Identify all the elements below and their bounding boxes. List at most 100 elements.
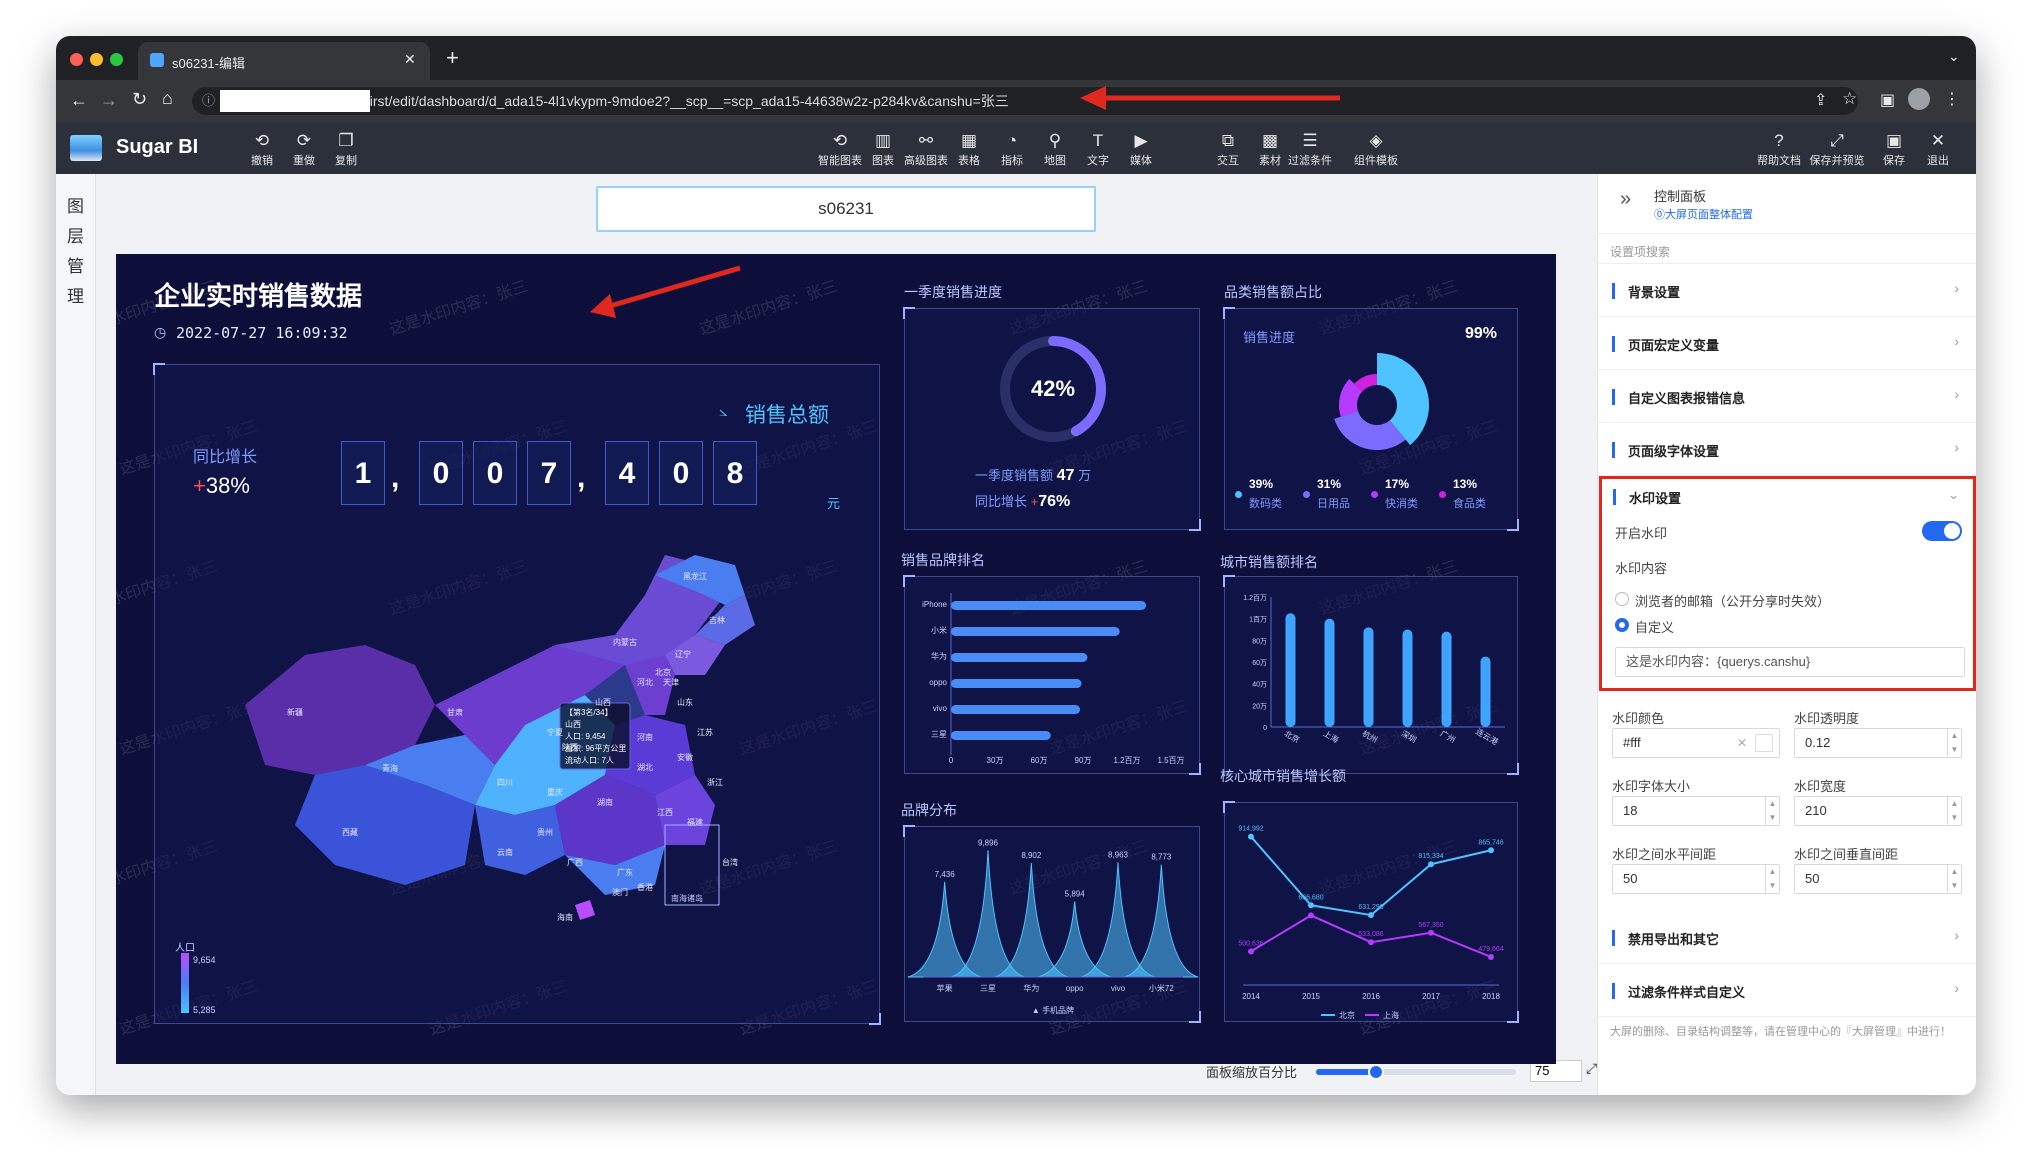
clear-color-icon[interactable]: ✕ bbox=[1737, 729, 1747, 757]
dashboard-canvas[interactable]: 这是水印内容：张三这是水印内容：张三这是水印内容：张三这是水印内容：张三这是水印… bbox=[116, 254, 1556, 1064]
interaction-tool-button[interactable]: ⧉ 交互 bbox=[1206, 122, 1250, 174]
sidebar-toggle-icon[interactable]: ▣ bbox=[1880, 90, 1895, 110]
help-tool-button[interactable]: ? 帮助文档 bbox=[1754, 122, 1804, 174]
watermark-section-title[interactable]: 水印设置 bbox=[1629, 488, 1681, 507]
redo-tool-button[interactable]: ⟳ 重做 bbox=[284, 122, 324, 174]
settings-section-5[interactable]: 禁用导出和其它 › bbox=[1598, 912, 1976, 964]
advanced-chart-tool-button[interactable]: ⚯ 高级图表 bbox=[904, 122, 948, 174]
custom-option-radio[interactable] bbox=[1615, 618, 1629, 632]
maximize-window-button[interactable] bbox=[110, 53, 123, 66]
width-stepper[interactable]: ▲ ▼ bbox=[1947, 797, 1961, 825]
q1-progress-card[interactable]: 42% 一季度销售额 47 万 同比增长 +76% bbox=[903, 307, 1201, 531]
city-rank-card[interactable]: 0 20万 40万 60万 80万 1百万 1.2百万 北京 上海 杭州 深圳 广州 连云港 bbox=[1223, 575, 1519, 775]
watermark-opacity-input[interactable]: 0.12 ▲ ▼ bbox=[1794, 728, 1962, 758]
collapse-panel-icon[interactable]: » bbox=[1620, 188, 1631, 211]
site-info-icon[interactable]: ⓘ bbox=[202, 87, 215, 115]
map-tool-button[interactable]: ⚲ 地图 bbox=[1033, 122, 1077, 174]
tab-list-chevron-icon[interactable]: ⌄ bbox=[1948, 48, 1960, 65]
close-tab-icon[interactable]: ✕ bbox=[404, 51, 416, 68]
undo-tool-button[interactable]: ⟲ 撤销 bbox=[242, 122, 282, 174]
gauge-tool-button[interactable]: ◔ 指标 bbox=[990, 122, 1034, 174]
settings-section-2[interactable]: 页面宏定义变量 › bbox=[1598, 318, 1976, 370]
growth-point[interactable] bbox=[1248, 948, 1254, 955]
growth-point[interactable] bbox=[1488, 847, 1494, 854]
brand-bar[interactable] bbox=[951, 679, 1082, 688]
city-bar[interactable] bbox=[1480, 656, 1491, 727]
layer-manager-label[interactable]: 图层管理 bbox=[67, 192, 85, 312]
city-growth-card[interactable]: 2014 2015 2016 2017 2018 914,992 666,680 631,29… bbox=[1223, 801, 1519, 1023]
watermark-color-input[interactable]: #fff ✕ bbox=[1612, 728, 1780, 758]
page-name-input[interactable]: s06231 bbox=[596, 186, 1096, 232]
material-tool-button[interactable]: ▩ 素材 bbox=[1248, 122, 1292, 174]
settings-section-6[interactable]: 过滤条件样式自定义 › bbox=[1598, 965, 1976, 1017]
growth-point[interactable] bbox=[1428, 861, 1434, 868]
hgap-stepper[interactable]: ▲ ▼ bbox=[1765, 865, 1779, 893]
watermark-width-input[interactable]: 210 ▲ ▼ bbox=[1794, 796, 1962, 826]
brand-dist-card[interactable]: 7,436 苹果 9,896 三星 8,902 华为 5,894 oppo 8,963 vivo 8… bbox=[903, 825, 1201, 1023]
settings-search-input[interactable]: 设置项搜索 bbox=[1598, 236, 1976, 264]
zoom-slider-track[interactable] bbox=[1316, 1064, 1516, 1080]
brand-bar[interactable] bbox=[951, 601, 1147, 610]
settings-section-3[interactable]: 自定义图表报错信息 › bbox=[1598, 371, 1976, 423]
email-option-radio[interactable] bbox=[1615, 592, 1629, 606]
settings-section-1[interactable]: 背景设置 › bbox=[1598, 265, 1976, 317]
watermark-vgap-input[interactable]: 50 ▲ ▼ bbox=[1794, 864, 1962, 894]
category-share-card[interactable]: 销售进度 99% 39% 数码类 31% 日用品 17% 快消类 13% 食品类 bbox=[1223, 307, 1519, 531]
brand-bar[interactable] bbox=[951, 705, 1081, 714]
minimize-window-button[interactable] bbox=[90, 53, 103, 66]
chart-tool-button[interactable]: ▥ 图表 bbox=[861, 122, 905, 174]
bookmark-star-icon[interactable]: ☆ bbox=[1842, 89, 1857, 109]
vgap-stepper[interactable]: ▲ ▼ bbox=[1947, 865, 1961, 893]
filter-tool-button[interactable]: ☰ 过滤条件 bbox=[1288, 122, 1332, 174]
growth-point[interactable] bbox=[1368, 939, 1374, 946]
close-window-button[interactable] bbox=[70, 53, 83, 66]
color-swatch[interactable] bbox=[1755, 734, 1773, 752]
brand-bar[interactable] bbox=[951, 627, 1120, 636]
growth-point[interactable] bbox=[1488, 953, 1494, 960]
close-tool-button[interactable]: ✕ 退出 bbox=[1918, 122, 1958, 174]
growth-point[interactable] bbox=[1428, 929, 1434, 936]
total-sales-card[interactable]: ⦣ 销售总额 同比增长 +38% 1,007,408 元 南海诸岛 【第3名/3… bbox=[153, 363, 881, 1025]
back-icon[interactable]: ← bbox=[70, 90, 88, 111]
growth-point[interactable] bbox=[1248, 833, 1254, 840]
china-map[interactable]: 南海诸岛 【第3名/34】 山西 人口: 9,454 面积: 96平方公里 流动… bbox=[225, 535, 785, 995]
city-bar[interactable] bbox=[1441, 631, 1452, 727]
fontsize-stepper[interactable]: ▲ ▼ bbox=[1765, 797, 1779, 825]
url-field[interactable]: ⓘ /first/edit/dashboard/d_ada15-4l1vkypm… bbox=[192, 87, 1858, 115]
growth-point[interactable] bbox=[1368, 912, 1374, 919]
email-option-label[interactable]: 浏览者的邮箱（公开分享时失效） bbox=[1635, 591, 1830, 610]
map-region-hainan[interactable] bbox=[575, 900, 595, 920]
zoom-slider-handle[interactable] bbox=[1368, 1064, 1384, 1080]
template-tool-button[interactable]: ◈ 组件模板 bbox=[1346, 122, 1406, 174]
copy-tool-button[interactable]: ❐ 复制 bbox=[326, 122, 366, 174]
share-icon[interactable]: ⇪ bbox=[1814, 90, 1827, 110]
media-tool-button[interactable]: ▶ 媒体 bbox=[1119, 122, 1163, 174]
brand-rank-card[interactable]: iPhone 小米 华为 oppo vivo 三星 0 30万 60万 90万 1.2百万 1.5百万 bbox=[903, 575, 1201, 775]
browser-menu-icon[interactable]: ⋮ bbox=[1944, 89, 1960, 109]
new-tab-icon[interactable]: + bbox=[446, 45, 459, 71]
screen-config-link[interactable]: ⓪大屏页面整体配置 bbox=[1654, 206, 1753, 222]
table-tool-button[interactable]: ▦ 表格 bbox=[947, 122, 991, 174]
browser-tab[interactable]: s06231-编辑 ✕ bbox=[138, 42, 430, 80]
watermark-collapse-chevron-icon[interactable]: ⌄ bbox=[1948, 487, 1959, 503]
profile-avatar-icon[interactable] bbox=[1908, 88, 1930, 110]
opacity-stepper[interactable]: ▲ ▼ bbox=[1947, 729, 1961, 757]
layer-panel-rail[interactable]: 图层管理 bbox=[56, 174, 96, 1095]
map-region-yunnan-guizhou[interactable] bbox=[475, 805, 565, 875]
expand-tool-button[interactable]: ⤢ 保存并预览 bbox=[1806, 122, 1868, 174]
brand-bar[interactable] bbox=[951, 731, 1051, 740]
city-bar[interactable] bbox=[1285, 613, 1296, 727]
save-tool-button[interactable]: ▣ 保存 bbox=[1874, 122, 1914, 174]
city-bar[interactable] bbox=[1402, 629, 1413, 728]
text-tool-button[interactable]: T 文字 bbox=[1076, 122, 1120, 174]
custom-watermark-input[interactable]: 这是水印内容：{querys.canshu} bbox=[1615, 647, 1965, 677]
reload-icon[interactable]: ↻ bbox=[132, 89, 147, 110]
growth-point[interactable] bbox=[1308, 902, 1314, 909]
smart-chart-tool-button[interactable]: ⟲ 智能图表 bbox=[818, 122, 862, 174]
custom-option-label[interactable]: 自定义 bbox=[1635, 617, 1674, 636]
enable-watermark-toggle[interactable] bbox=[1922, 521, 1962, 541]
home-icon[interactable]: ⌂ bbox=[162, 88, 173, 109]
settings-section-4[interactable]: 页面级字体设置 › bbox=[1598, 424, 1976, 476]
city-bar[interactable] bbox=[1324, 618, 1335, 727]
watermark-hgap-input[interactable]: 50 ▲ ▼ bbox=[1612, 864, 1780, 894]
